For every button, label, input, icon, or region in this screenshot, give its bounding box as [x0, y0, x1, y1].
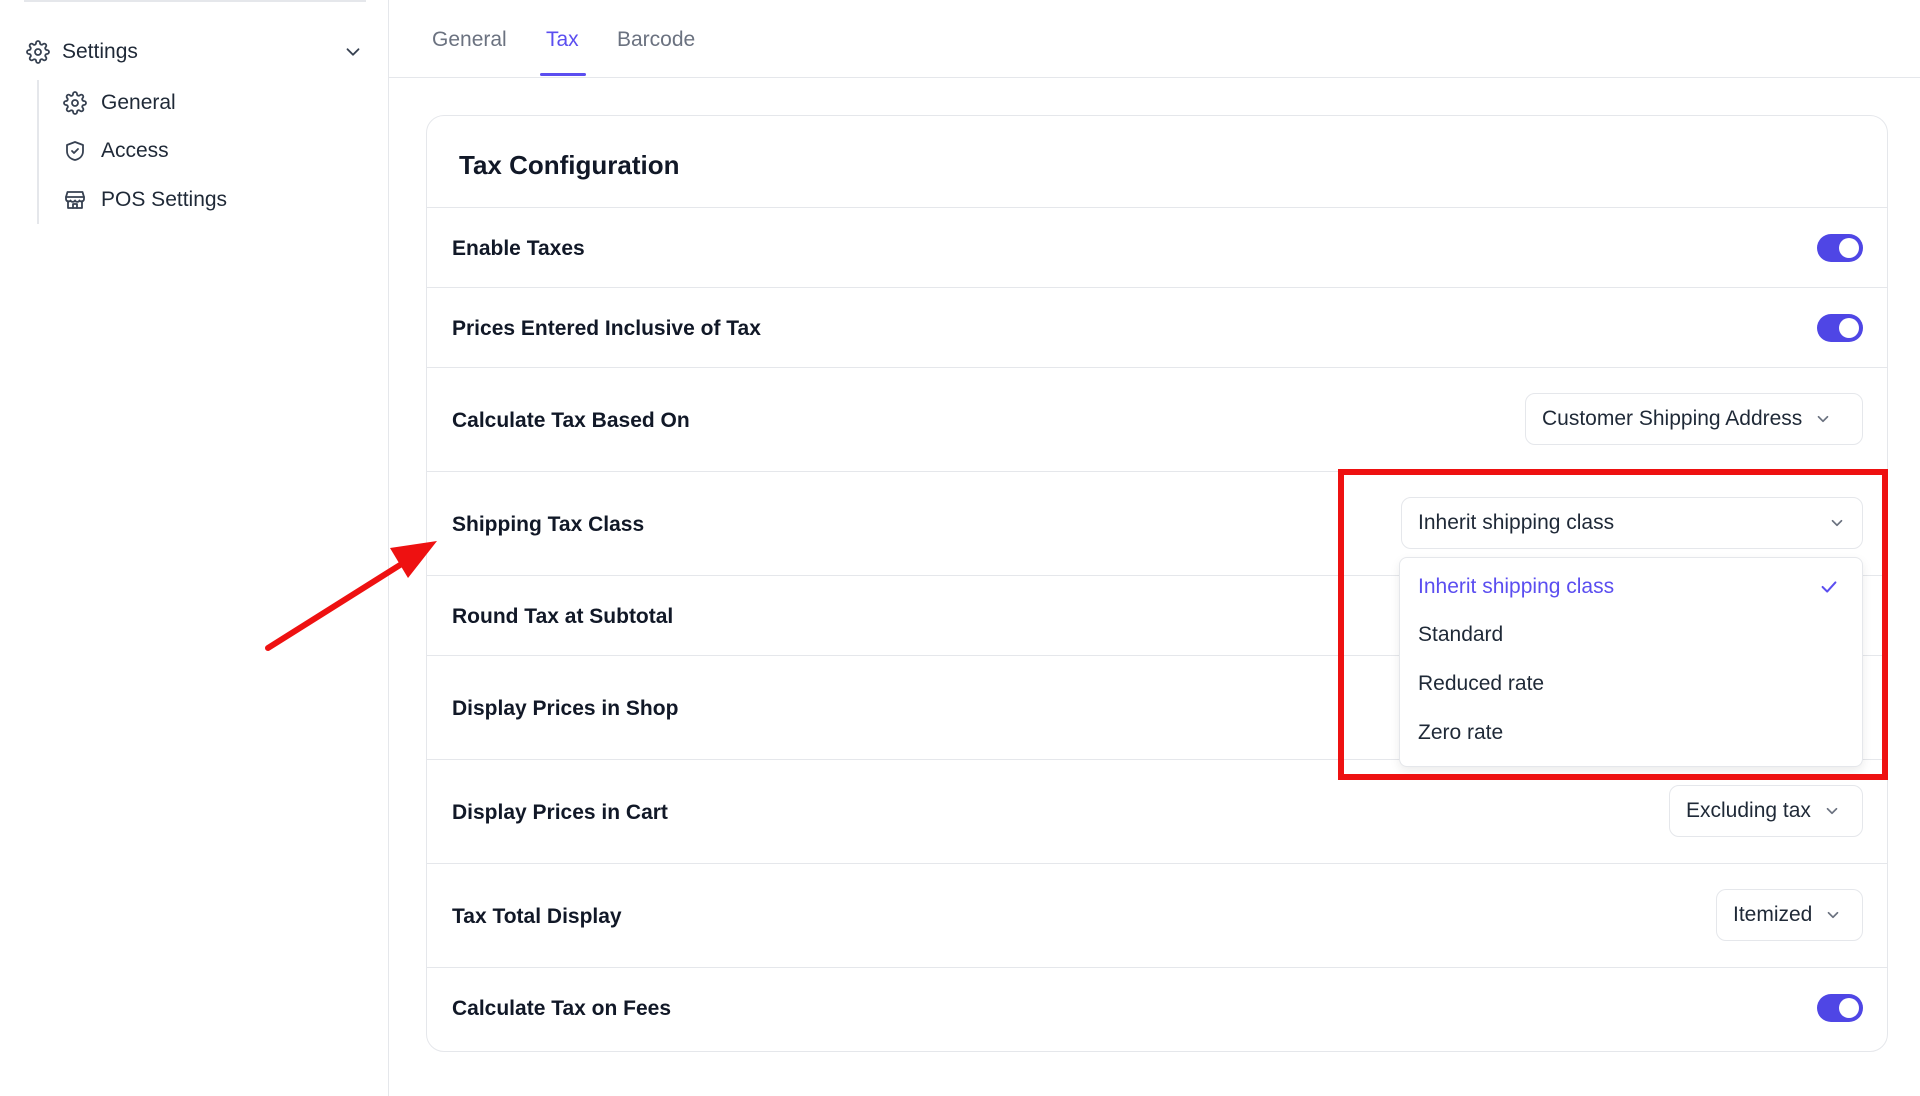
annotation-arrow-icon	[265, 541, 437, 651]
